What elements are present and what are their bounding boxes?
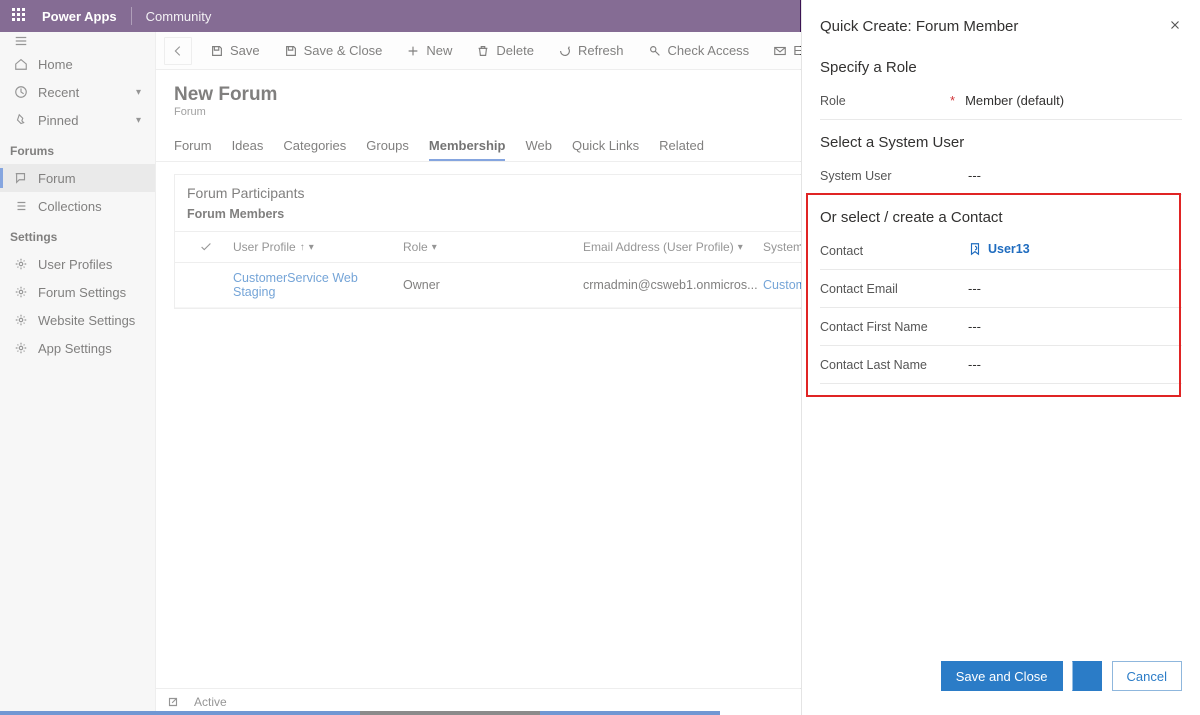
panel-close[interactable] bbox=[1168, 18, 1182, 35]
field-contact[interactable]: Contact User13 bbox=[820, 232, 1182, 270]
field-contact-first-label: Contact First Name bbox=[820, 320, 968, 334]
quick-create-panel: Quick Create: Forum Member Specify a Rol… bbox=[801, 0, 1200, 715]
contact-name: User13 bbox=[988, 242, 1030, 256]
field-contact-first[interactable]: Contact First Name --- bbox=[820, 308, 1182, 346]
modal-dim bbox=[0, 0, 800, 715]
bookmark-person-icon bbox=[968, 242, 982, 256]
section-specify-role: Specify a Role bbox=[820, 45, 1182, 82]
contact-lookup-value[interactable]: User13 bbox=[968, 242, 1030, 256]
section-system-user: Select a System User bbox=[820, 120, 1182, 157]
field-contact-last-value: --- bbox=[968, 357, 1182, 372]
field-contact-email-value: --- bbox=[968, 281, 1182, 296]
field-role-value: Member (default) bbox=[965, 93, 1182, 108]
field-contact-email-label: Contact Email bbox=[820, 282, 968, 296]
close-icon bbox=[1168, 18, 1182, 32]
field-contact-first-value: --- bbox=[968, 319, 1182, 334]
required-marker: * bbox=[950, 93, 965, 108]
field-system-user-value: --- bbox=[968, 168, 1182, 183]
field-contact-last[interactable]: Contact Last Name --- bbox=[820, 346, 1182, 384]
section-contact: Or select / create a Contact bbox=[820, 195, 1182, 232]
save-and-close-button[interactable]: Save and Close bbox=[941, 661, 1063, 691]
panel-footer: Save and Close Cancel bbox=[802, 649, 1200, 715]
field-contact-label: Contact bbox=[820, 244, 968, 258]
cancel-button[interactable]: Cancel bbox=[1112, 661, 1182, 691]
save-and-close-split[interactable] bbox=[1072, 661, 1102, 691]
field-role[interactable]: Role * Member (default) bbox=[820, 82, 1182, 120]
field-contact-last-label: Contact Last Name bbox=[820, 358, 968, 372]
field-role-label: Role bbox=[820, 94, 950, 108]
field-contact-email[interactable]: Contact Email --- bbox=[820, 270, 1182, 308]
panel-title: Quick Create: Forum Member bbox=[820, 18, 1018, 35]
field-system-user[interactable]: System User --- bbox=[820, 157, 1182, 195]
field-system-user-label: System User bbox=[820, 169, 968, 183]
